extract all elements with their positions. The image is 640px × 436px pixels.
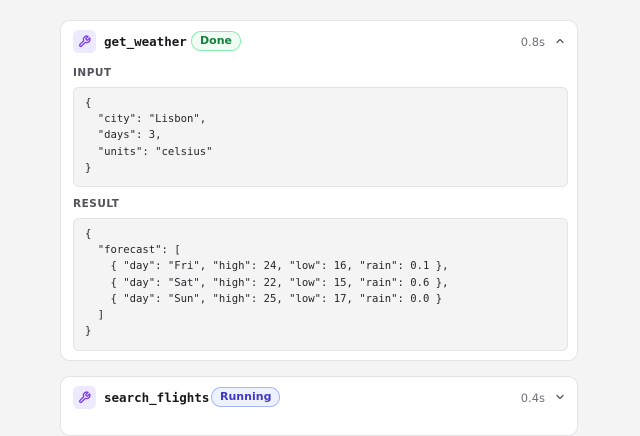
tool-call-header[interactable]: get_weather Done 0.8s: [61, 21, 577, 63]
status-badge: Done: [191, 31, 241, 51]
chevron-up-icon[interactable]: [553, 34, 567, 48]
tool-call-card: get_weather Done 0.8s INPUT { "city": "L…: [60, 20, 578, 361]
duration-label: 0.8s: [520, 35, 545, 49]
wrench-icon: [73, 30, 96, 53]
duration-label: 0.4s: [520, 391, 545, 405]
input-section-label: INPUT: [73, 67, 112, 79]
tool-call-card: search_flights Running 0.4s: [60, 376, 578, 436]
tool-name: get_weather: [104, 34, 187, 49]
tool-call-header[interactable]: search_flights Running 0.4s: [61, 377, 577, 419]
result-section-label: RESULT: [73, 198, 120, 210]
result-code-block: { "forecast": [ { "day": "Fri", "high": …: [73, 218, 568, 351]
status-badge: Running: [211, 387, 281, 407]
wrench-icon: [73, 386, 96, 409]
input-code-block: { "city": "Lisbon", "days": 3, "units": …: [73, 87, 568, 187]
chevron-down-icon[interactable]: [553, 390, 567, 404]
tool-name: search_flights: [104, 390, 210, 405]
